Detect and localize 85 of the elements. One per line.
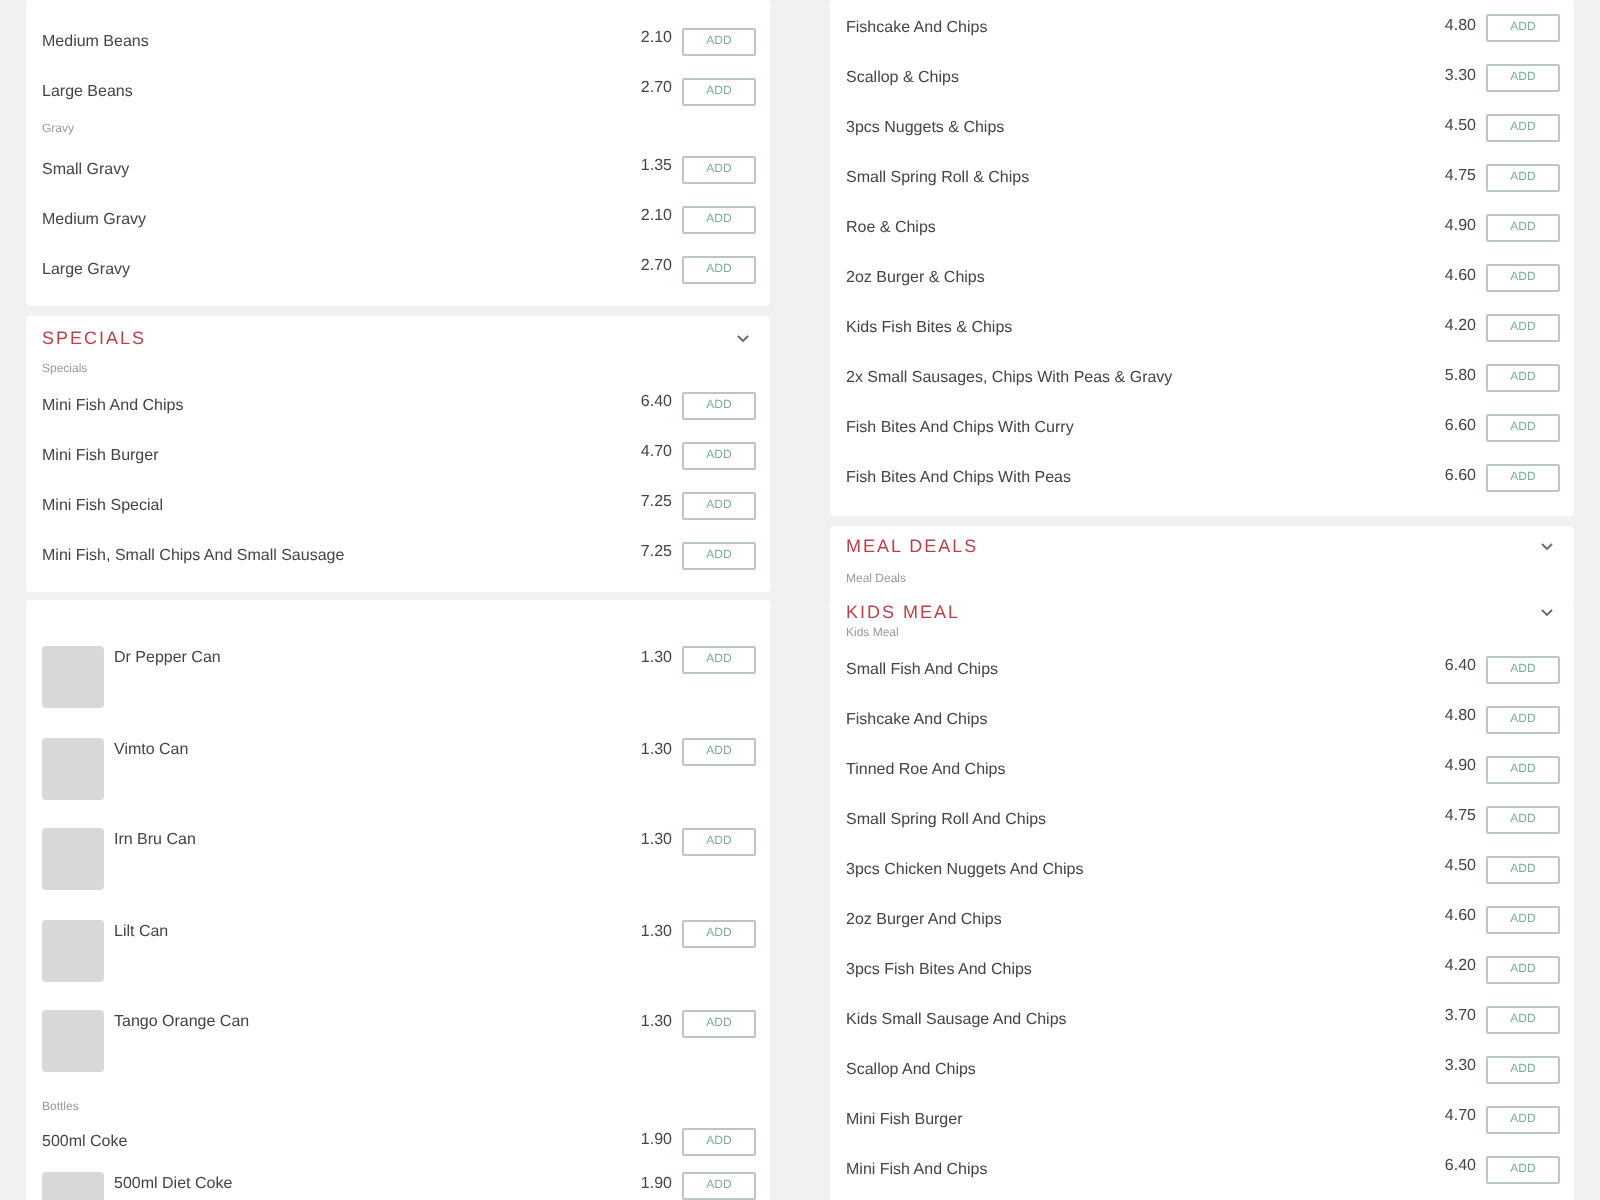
item-name: Small Spring Roll & Chips [846, 170, 1032, 186]
item-name: Roe & Chips [846, 220, 938, 236]
item-price: 1.30 [640, 828, 672, 848]
item-price: 2.10 [640, 30, 672, 46]
photo-placeholder [42, 737, 104, 799]
item-name: Vimto Can [114, 737, 191, 757]
item-price: 4.80 [1444, 17, 1476, 33]
item-price: 6.40 [640, 394, 672, 410]
item-name: Small Fish And Chips [846, 661, 1001, 677]
chevron-icon[interactable] [1540, 607, 1554, 617]
item-name: Dr Pepper Can [114, 646, 223, 666]
item-price: 7.25 [640, 544, 672, 560]
item-price: 2.10 [640, 208, 672, 224]
item-price: 4.90 [1444, 217, 1476, 233]
item-price: 4.50 [1444, 117, 1476, 133]
item-price: 4.60 [1444, 267, 1476, 283]
item-name: Fish Bites And Chips With Curry [846, 420, 1076, 436]
item-price: 4.80 [1444, 708, 1476, 724]
item-price: 4.60 [1444, 908, 1476, 924]
item-name: Mini Fish Special [42, 497, 165, 513]
item-price: 1.90 [640, 1131, 672, 1147]
item-name: Kids Small Sausage And Chips [846, 1011, 1069, 1027]
item-name: Small Spring Roll And Chips [846, 811, 1049, 827]
item-name: Mini Fish Burger [846, 1111, 965, 1127]
item-name: Lilt Can [114, 919, 171, 939]
item-name: Mini Fish And Chips [846, 1161, 990, 1177]
item-price: 4.90 [1444, 758, 1476, 774]
item-price: 6.40 [1444, 658, 1476, 674]
item-price: 4.20 [1444, 317, 1476, 333]
item-name: 3pcs Chicken Nuggets And Chips [846, 861, 1086, 877]
item-name: 500ml Diet Coke [114, 1171, 235, 1191]
section-title: SPECIALS [42, 329, 147, 347]
item-price: 4.75 [1444, 167, 1476, 183]
item-price: 7.25 [640, 494, 672, 510]
item-price: 6.60 [1444, 417, 1476, 433]
item-name: Mini Fish And Chips [42, 397, 186, 413]
item-price: 5.80 [1444, 367, 1476, 383]
item-price: 1.30 [640, 919, 672, 939]
photo-placeholder [42, 828, 104, 890]
item-name: Fishcake And Chips [846, 711, 990, 727]
item-name: Medium Gravy [42, 211, 149, 227]
item-name: Large Beans [42, 83, 135, 99]
item-price: 1.30 [640, 646, 672, 666]
item-price: 1.90 [640, 1171, 672, 1191]
item-price: 4.75 [1444, 808, 1476, 824]
chevron-icon[interactable] [1540, 542, 1554, 552]
item-name: 3pcs Nuggets & Chips [846, 120, 1007, 136]
item-name: Irn Bru Can [114, 828, 198, 848]
item-price: 4.70 [1444, 1108, 1476, 1124]
item-price: 4.50 [1444, 858, 1476, 874]
item-name: 3pcs Fish Bites And Chips [846, 961, 1034, 977]
item-price: 1.35 [640, 158, 672, 174]
photo-placeholder [42, 919, 104, 981]
item-name: Mini Fish Burger [42, 447, 161, 463]
chevron-icon[interactable] [736, 333, 750, 343]
item-name: 500ml Coke [42, 1134, 130, 1150]
item-price: 3.30 [1444, 1058, 1476, 1074]
item-name: Medium Beans [42, 33, 151, 49]
item-name: Tinned Roe And Chips [846, 761, 1008, 777]
photo-placeholder [42, 1010, 104, 1072]
item-name: Scallop And Chips [846, 1061, 978, 1077]
photo-placeholder [42, 646, 104, 708]
item-name: 2oz Burger And Chips [846, 911, 1004, 927]
item-price: 6.40 [1444, 1158, 1476, 1174]
item-name: Tango Orange Can [114, 1010, 252, 1030]
item-name: Fishcake And Chips [846, 20, 990, 36]
item-name: Small Gravy [42, 161, 132, 177]
item-price: 3.30 [1444, 67, 1476, 83]
item-price: 2.70 [640, 80, 672, 96]
item-name: 2oz Burger & Chips [846, 270, 987, 286]
item-name: Fish Bites And Chips With Peas [846, 470, 1073, 486]
section-title: MEAL DEALS [846, 538, 979, 556]
item-price: 1.30 [640, 1010, 672, 1030]
item-price: 2.70 [640, 258, 672, 274]
item-name: Large Gravy [42, 261, 133, 277]
item-price: 1.30 [640, 737, 672, 757]
item-name: Scallop & Chips [846, 70, 961, 86]
item-price: 3.70 [1444, 1008, 1476, 1024]
item-name: Mini Fish, Small Chips And Small Sausage [42, 547, 347, 563]
item-price: 6.60 [1444, 467, 1476, 483]
item-name: 2x Small Sausages, Chips With Peas & Gravy [846, 370, 1175, 386]
item-price: 4.70 [640, 444, 672, 460]
section-title: KIDS MEAL [846, 603, 961, 621]
item-price: 4.20 [1444, 958, 1476, 974]
item-name: Kids Fish Bites & Chips [846, 320, 1015, 336]
